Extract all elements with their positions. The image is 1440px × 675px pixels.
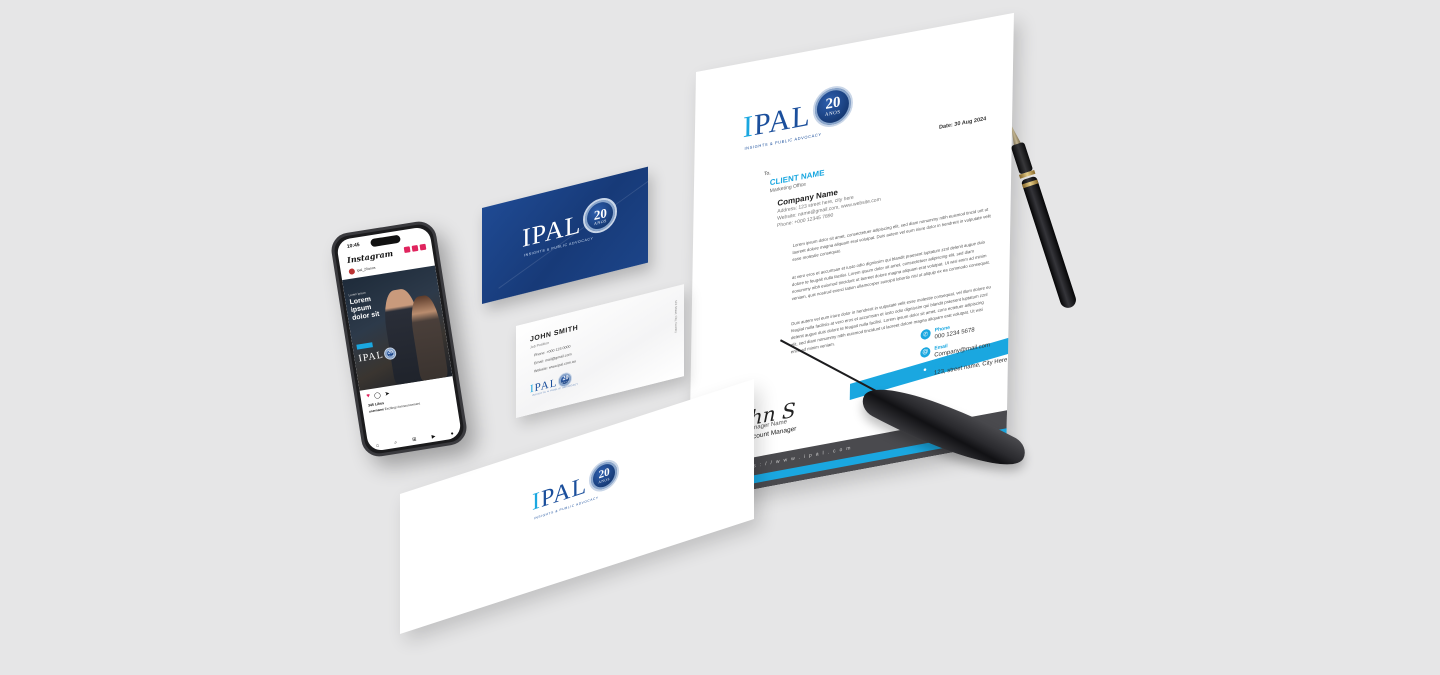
phone-screen: 10:45 Instagram ipal_20anos Lorem ipsum … (335, 225, 463, 453)
brand-logo: IPAL 20 ANOS INSIGHTS & PUBLIC ADVOCACY (743, 82, 854, 151)
letter-date: Date: 30 Aug 2024 (938, 116, 987, 131)
business-card-back: JOHN SMITH Job Position Phone: +000 123 … (516, 284, 684, 418)
fountain-pen (1003, 122, 1080, 317)
brand-logo: IPAL 20 ANOS INSIGHTS & PUBLIC ADVOCACY (530, 370, 578, 397)
tab-bar: ⌂ ⌕ ⊞ ▶ ● (368, 429, 462, 450)
card-vertical-text: 123 Street, City, Country (674, 299, 678, 334)
logo-badge: 20 ANOS (383, 346, 398, 361)
add-post-icon: ⊞ (411, 436, 417, 444)
letter-to: To, (763, 170, 771, 178)
pen-grip (1010, 141, 1034, 175)
post-image: Lorem ipsum Lorem ipsum dolor sit IPAL 2… (342, 265, 453, 391)
stationery-mockup-scene: IPAL 20 ANOS INSIGHTS & PUBLIC ADVOCACY … (0, 0, 1440, 675)
search-icon: ⌕ (393, 439, 398, 446)
reels-icon: ▶ (431, 433, 436, 441)
app-header-icons (403, 243, 427, 254)
logo-badge: 20 ANOS (812, 82, 854, 131)
post-button (356, 342, 373, 350)
status-time: 10:45 (346, 242, 361, 250)
phone-icon: ✆ (920, 328, 931, 341)
profile-icon: ● (450, 430, 455, 438)
heart-icon (411, 244, 419, 252)
brand-logo: IPAL 20 ANOS INSIGHTS & PUBLIC ADVOCACY (532, 455, 620, 520)
app-title: Instagram (346, 247, 394, 266)
card-name: JOHN SMITH (530, 324, 579, 344)
add-icon (403, 246, 411, 254)
email-icon: @ (920, 346, 931, 359)
post-actions: ♥ ◯ ➤ (366, 390, 390, 401)
pen-barrel (1020, 175, 1079, 310)
smartphone: 10:45 Instagram ipal_20anos Lorem ipsum … (328, 219, 470, 459)
heart-icon: ♥ (366, 393, 371, 400)
comment-icon: ◯ (373, 392, 382, 400)
business-card-front: IPAL 20 ANOS INSIGHTS & PUBLIC ADVOCACY (482, 166, 648, 304)
post-username: ipal_20anos (348, 265, 375, 275)
logo-badge: 20 ANOS (589, 455, 620, 496)
location-pin-icon: ● (919, 364, 931, 377)
message-icon (419, 243, 427, 251)
share-icon: ➤ (384, 391, 391, 398)
phone-notch (370, 234, 401, 248)
logo-wordmark: IPAL (357, 349, 385, 365)
home-icon: ⌂ (375, 442, 380, 449)
